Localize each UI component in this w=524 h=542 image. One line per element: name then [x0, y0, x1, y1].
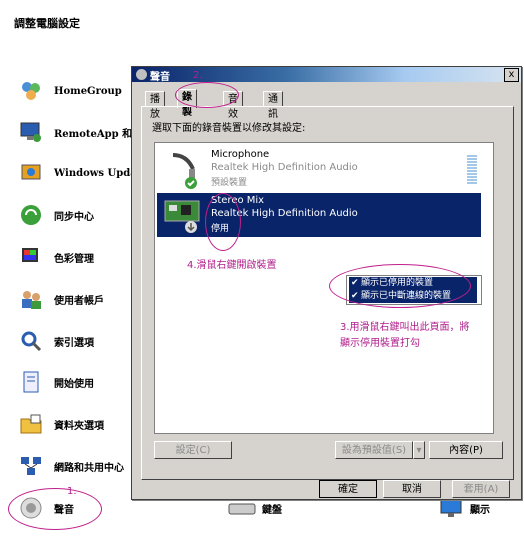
cp-item-windows-update[interactable]: Windows Updat [18, 160, 141, 186]
tab-highlight-ring [175, 82, 239, 108]
menu-highlight-ring [329, 264, 471, 308]
remoteapp-icon [18, 119, 44, 145]
user-accounts-icon [18, 286, 44, 312]
device-highlight-ring [205, 193, 241, 251]
microphone-icon [163, 149, 207, 191]
device-status: 預設裝置 [211, 178, 248, 188]
indexing-icon [18, 328, 44, 354]
set-default-dropdown[interactable]: ▾ [413, 441, 425, 459]
cp-item-user-accounts[interactable]: 使用者帳戶 [18, 286, 104, 312]
cp-item-label: 索引選項 [54, 337, 94, 349]
keyboard-label[interactable]: 鍵盤 [262, 501, 282, 516]
speaker-icon [136, 69, 147, 80]
apply-button[interactable]: 套用(A) [452, 480, 510, 498]
sound-highlight-ring [8, 488, 102, 530]
dialog-title: 聲音 [150, 72, 170, 83]
chevron-down-icon: ▾ [416, 445, 422, 456]
cp-item-label: RemoteApp 和桌 [54, 128, 143, 140]
cp-item-label: 使用者帳戶 [54, 295, 104, 307]
cancel-button[interactable]: 取消 [383, 480, 441, 498]
folder-options-icon [18, 411, 44, 437]
sync-center-icon [18, 202, 44, 228]
set-default-button[interactable]: 設為預設值(S) [335, 441, 413, 459]
color-management-icon [18, 244, 44, 270]
cp-item-getting-started[interactable]: 開始使用 [18, 369, 94, 395]
cp-item-homegroup[interactable]: HomeGroup [18, 78, 122, 104]
device-item-microphone[interactable]: Microphone Realtek High Definition Audio… [157, 147, 481, 191]
display-icon [440, 498, 462, 521]
cp-item-remoteapp[interactable]: RemoteApp 和桌 [18, 119, 142, 145]
instruction-text: 選取下面的錄音裝置以修改其設定: [152, 123, 306, 134]
cp-item-network[interactable]: 網路和共用中心 [18, 453, 124, 479]
homegroup-icon [18, 78, 44, 104]
getting-started-icon [18, 369, 44, 395]
cp-item-folder-options[interactable]: 資料夾選項 [18, 411, 104, 437]
cp-item-label: 網路和共用中心 [54, 462, 124, 474]
page-title: 調整電腦設定 [14, 17, 80, 30]
tab-communications[interactable]: 通訊 [263, 91, 283, 120]
step-2-note: 2. [193, 70, 203, 81]
cp-item-label: 同步中心 [54, 211, 94, 223]
cp-item-label: 色彩管理 [54, 253, 94, 265]
ok-button[interactable]: 確定 [319, 480, 377, 498]
cp-item-label: 資料夾選項 [54, 420, 104, 432]
step-4-note: 4.滑鼠右鍵開啟裝置 [187, 260, 277, 271]
sound-card-icon [163, 195, 207, 237]
cp-item-indexing[interactable]: 索引選項 [18, 328, 94, 354]
step-1-note: 1. [67, 486, 77, 497]
dialog-titlebar[interactable]: 聲音 x [132, 67, 521, 83]
properties-button[interactable]: 內容(P) [429, 441, 503, 459]
level-meter [467, 155, 477, 185]
device-name: Microphone [211, 149, 270, 160]
network-icon [18, 453, 44, 479]
keyboard-icon [228, 502, 256, 519]
cp-item-color-management[interactable]: 色彩管理 [18, 244, 94, 270]
cp-item-label: Windows Updat [54, 167, 142, 179]
cp-item-label: 開始使用 [54, 378, 94, 390]
display-label[interactable]: 顯示 [470, 501, 490, 516]
device-driver: Realtek High Definition Audio [211, 162, 358, 173]
close-button[interactable]: x [504, 68, 519, 82]
cp-item-sync-center[interactable]: 同步中心 [18, 202, 94, 228]
configure-button[interactable]: 設定(C) [154, 441, 232, 459]
windows-update-icon [18, 160, 44, 186]
cp-item-label: HomeGroup [54, 85, 122, 97]
tab-playback[interactable]: 播放 [145, 91, 165, 120]
step-3-note: 3.用滑鼠右鍵叫出此頁面，將 顯示停用裝置打勾 [340, 322, 470, 349]
